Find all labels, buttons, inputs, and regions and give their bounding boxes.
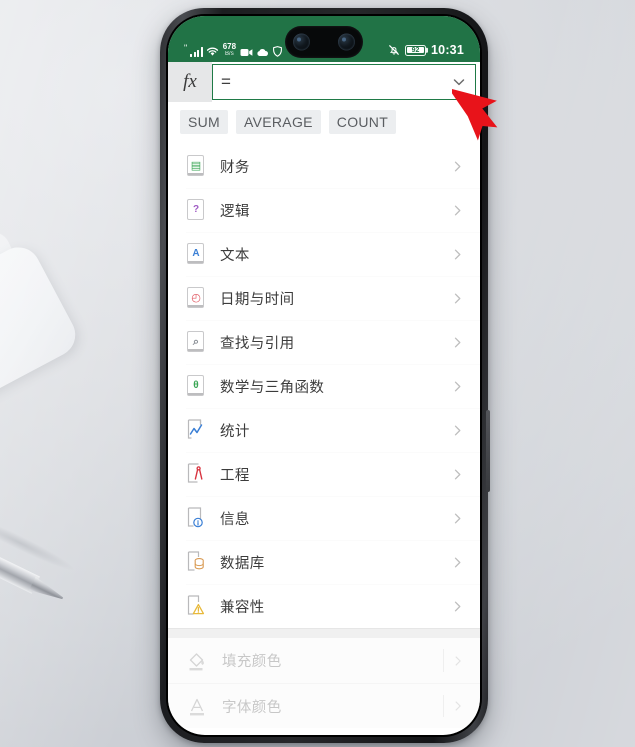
category-label: 工程 [220, 467, 250, 484]
video-camera-icon [240, 49, 253, 56]
hd-voice-icon: " [184, 43, 188, 53]
cloud-icon [257, 48, 269, 56]
fx-button[interactable]: fx [168, 62, 212, 102]
engineering-icon [186, 462, 206, 486]
status-clock: 10:31 [431, 43, 464, 57]
chevron-right-icon [455, 655, 461, 666]
chevron-right-icon [454, 513, 461, 523]
chevron-right-icon [454, 205, 461, 215]
chevron-right-icon [454, 249, 461, 259]
math-trig-icon: θ [186, 374, 206, 398]
section-separator [168, 628, 480, 638]
phone-screen: " 678 B/s 92 10:31 fx = SUM AVERAGE COUN… [168, 16, 480, 735]
database-icon [186, 550, 206, 574]
category-label: 数据库 [220, 555, 265, 572]
category-row-engineering[interactable]: 工程 [168, 452, 480, 496]
row-fill-color[interactable]: 填充颜色 [168, 638, 480, 683]
category-label: 文本 [220, 247, 250, 264]
chevron-right-icon [454, 337, 461, 347]
chevron-right-icon [454, 425, 461, 435]
category-row-logical[interactable]: ? 逻辑 [168, 188, 480, 232]
phone-device: " 678 B/s 92 10:31 fx = SUM AVERAGE COUN… [160, 8, 490, 743]
category-label: 信息 [220, 511, 250, 528]
chip-sum[interactable]: SUM [180, 110, 229, 134]
statistics-icon [186, 418, 206, 442]
category-label: 统计 [220, 423, 250, 440]
category-label: 财务 [220, 159, 250, 176]
network-speed-unit: B/s [225, 51, 234, 57]
category-label: 日期与时间 [220, 291, 295, 308]
row-divider [443, 695, 444, 717]
shield-icon [273, 46, 283, 57]
category-label: 兼容性 [220, 599, 265, 616]
fx-label: fx [183, 71, 197, 92]
category-row-lookup-reference[interactable]: ⌕ 查找与引用 [168, 320, 480, 364]
chevron-right-icon [454, 381, 461, 391]
chip-count[interactable]: COUNT [328, 110, 397, 134]
row-font-color[interactable]: 字体颜色 [168, 683, 480, 728]
chevron-right-icon [455, 701, 461, 711]
equals-sign: = [221, 72, 231, 91]
camera-lens-left [293, 33, 310, 51]
text-icon: A [186, 242, 206, 266]
status-right-group: 92 10:31 [388, 43, 464, 57]
statistics-glyph [187, 419, 203, 439]
wifi-icon [206, 47, 218, 56]
category-row-statistics[interactable]: 统计 [168, 408, 480, 452]
warning-glyph [187, 595, 205, 615]
category-row-database[interactable]: 数据库 [168, 540, 480, 584]
paint-bucket-glyph [189, 652, 204, 670]
function-category-list: ▤ 财务 ? 逻辑 A 文本 ◴ 日期与时间 ⌕ 查找与引用 θ 数学与三角函数… [168, 144, 480, 628]
category-row-math-trig[interactable]: θ 数学与三角函数 [168, 364, 480, 408]
dual-camera-cutout [285, 26, 363, 58]
battery-shell: 92 [405, 44, 427, 56]
chevron-right-icon [454, 469, 461, 479]
signal-bars-icon [190, 47, 203, 57]
quick-function-chips: SUM AVERAGE COUNT [168, 102, 480, 144]
status-bar: " 678 B/s 92 10:31 [168, 16, 480, 62]
category-row-information[interactable]: 信息 [168, 496, 480, 540]
formula-expand-chevron[interactable] [451, 74, 467, 90]
lookup-reference-icon: ⌕ [186, 330, 206, 354]
category-label: 数学与三角函数 [220, 379, 325, 396]
battery-level-text: 92 [407, 47, 424, 54]
information-icon [186, 506, 206, 530]
screenshot-scene: " 678 B/s 92 10:31 fx = SUM AVERAGE COUN… [0, 0, 635, 747]
font-color-glyph [190, 698, 204, 716]
chevron-right-icon [454, 557, 461, 567]
formula-input[interactable] [234, 73, 451, 91]
chip-average[interactable]: AVERAGE [236, 110, 321, 134]
category-row-date-time[interactable]: ◴ 日期与时间 [168, 276, 480, 320]
compass-glyph [187, 463, 203, 483]
row-label: 填充颜色 [222, 654, 282, 670]
font-color-icon [186, 695, 208, 717]
bell-muted-icon [388, 44, 400, 56]
category-label: 逻辑 [220, 203, 250, 220]
chevron-right-icon [454, 293, 461, 303]
compatibility-icon [186, 594, 206, 618]
finance-icon: ▤ [186, 154, 206, 178]
info-glyph [187, 507, 203, 528]
status-left-group: " 678 B/s [184, 43, 283, 57]
chevron-right-icon [454, 601, 461, 611]
network-speed-value: 678 [222, 42, 237, 51]
formula-input-wrapper[interactable]: = [212, 64, 476, 100]
network-speed-indicator: 678 B/s [222, 42, 237, 58]
camera-lens-right [338, 33, 355, 51]
phone-bezel: " 678 B/s 92 10:31 fx = SUM AVERAGE COUN… [166, 14, 482, 737]
chevron-right-icon [454, 161, 461, 171]
category-row-text[interactable]: A 文本 [168, 232, 480, 276]
formula-bar: fx = [168, 62, 480, 102]
row-label: 字体颜色 [222, 699, 282, 716]
category-label: 查找与引用 [220, 335, 295, 352]
logic-icon: ? [186, 198, 206, 222]
date-time-icon: ◴ [186, 286, 206, 310]
power-button[interactable] [486, 410, 490, 492]
category-row-finance[interactable]: ▤ 财务 [168, 144, 480, 188]
row-divider [443, 649, 444, 672]
database-glyph [187, 551, 204, 571]
battery-indicator: 92 [405, 44, 427, 56]
category-row-compatibility[interactable]: 兼容性 [168, 584, 480, 628]
paint-bucket-icon [186, 650, 208, 672]
